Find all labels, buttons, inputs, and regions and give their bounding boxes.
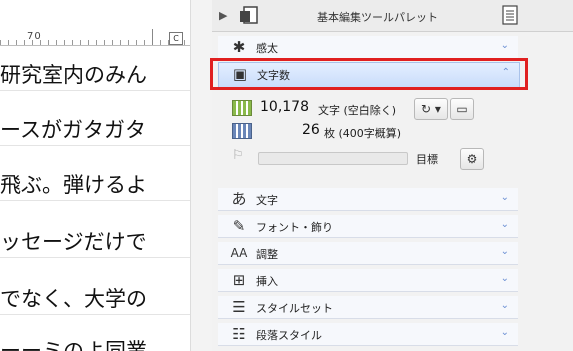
scroll-gutter[interactable] — [190, 0, 213, 351]
refresh-button[interactable]: ↻ ▾ — [414, 98, 448, 120]
font-pen-icon: ✎ — [232, 217, 246, 235]
page-count-label: 枚 (400字概算) — [324, 127, 402, 140]
text-line[interactable]: 飛ぶ。弾けるよ — [0, 170, 190, 201]
section-font-decoration[interactable]: ✎ フォント・飾り ⌄ — [218, 215, 518, 238]
target-progress-bar — [258, 152, 408, 165]
asterisk-icon: ✱ — [232, 38, 246, 56]
chevron-down-icon: ⌄ — [500, 273, 509, 284]
expand-arrow-icon[interactable]: ▶ — [219, 9, 227, 22]
word-count-panel: 10,178 文字 (空白除く) ↻ ▾ ▭ 26 枚 (400字概算) ⚐ 目… — [218, 90, 518, 182]
character-count-label: 文字 (空白除く) — [318, 104, 397, 117]
annotation-highlight-box — [210, 58, 528, 90]
palette-menu-icon[interactable] — [501, 5, 519, 25]
font-size-icon: AA — [230, 246, 248, 260]
refresh-icon: ↻ ▾ — [421, 102, 441, 116]
character-icon: あ — [231, 190, 247, 208]
text-line[interactable]: ッセージだけで — [0, 227, 190, 258]
section-style-set[interactable]: ☰ スタイルセット ⌄ — [218, 296, 518, 319]
section-label: 文字 — [256, 194, 278, 207]
character-grid-icon — [232, 100, 252, 116]
gear-icon: ⚙ — [466, 152, 478, 166]
target-settings-button[interactable]: ⚙ — [460, 148, 484, 170]
section-label: 感太 — [256, 42, 278, 55]
text-line[interactable]: でなく、大学の — [0, 284, 190, 315]
section-label: スタイルセット — [256, 302, 333, 315]
manuscript-pages-icon — [232, 123, 252, 139]
section-label: フォント・飾り — [256, 221, 333, 234]
palette-icon — [240, 6, 258, 24]
chevron-down-icon: ⌄ — [500, 192, 509, 203]
ruler-end-marker[interactable] — [152, 29, 153, 45]
section-paragraph-style[interactable]: ☷ 段落スタイル ⌄ — [218, 323, 518, 346]
section-insert[interactable]: ⊞ 挿入 ⌄ — [218, 269, 518, 292]
page-count: 26 — [302, 122, 320, 138]
paragraph-style-icon: ☷ — [232, 325, 246, 343]
section-adjust[interactable]: AA 調整 ⌄ — [218, 242, 518, 265]
palette-title: 基本編集ツールパレット — [317, 11, 438, 24]
text-line[interactable]: ーーミのよ同業 — [0, 336, 190, 351]
palette-titlebar: ▶ 基本編集ツールパレット — [212, 0, 573, 32]
chevron-down-icon: ⌄ — [500, 327, 509, 338]
section-kanta[interactable]: ✱ 感太 ⌄ — [218, 36, 518, 59]
ruler-ticks — [0, 40, 190, 45]
chevron-down-icon: ⌄ — [500, 40, 509, 51]
chevron-down-icon: ⌄ — [500, 219, 509, 230]
style-set-icon: ☰ — [232, 298, 246, 316]
character-count: 10,178 — [260, 99, 309, 115]
text-line[interactable]: ースがガタガタ — [0, 115, 190, 146]
insert-icon: ⊞ — [232, 271, 246, 289]
tool-palette: ▶ 基本編集ツールパレット ✱ 感太 ⌄ ▣ 文字数 ⌃ 10,178 文字 (… — [212, 0, 573, 351]
flag-icon: ⚐ — [232, 148, 244, 163]
chevron-down-icon: ⌄ — [500, 300, 509, 311]
view-toggle-button[interactable]: ▭ — [450, 98, 474, 120]
section-label: 段落スタイル — [256, 329, 322, 342]
panel-icon: ▭ — [456, 102, 468, 116]
document-area[interactable]: 70 C 研究室内のみん ースがガタガタ 飛ぶ。弾けるよ ッセージだけで でなく… — [0, 0, 211, 351]
target-label: 目標 — [416, 153, 438, 166]
text-line[interactable]: 研究室内のみん — [0, 60, 190, 91]
section-label: 調整 — [256, 248, 278, 261]
section-label: 挿入 — [256, 275, 278, 288]
section-character[interactable]: あ 文字 ⌄ — [218, 188, 518, 211]
chevron-down-icon: ⌄ — [500, 246, 509, 257]
ruler[interactable]: 70 C — [0, 29, 190, 46]
ruler-marker[interactable]: C — [169, 32, 183, 45]
